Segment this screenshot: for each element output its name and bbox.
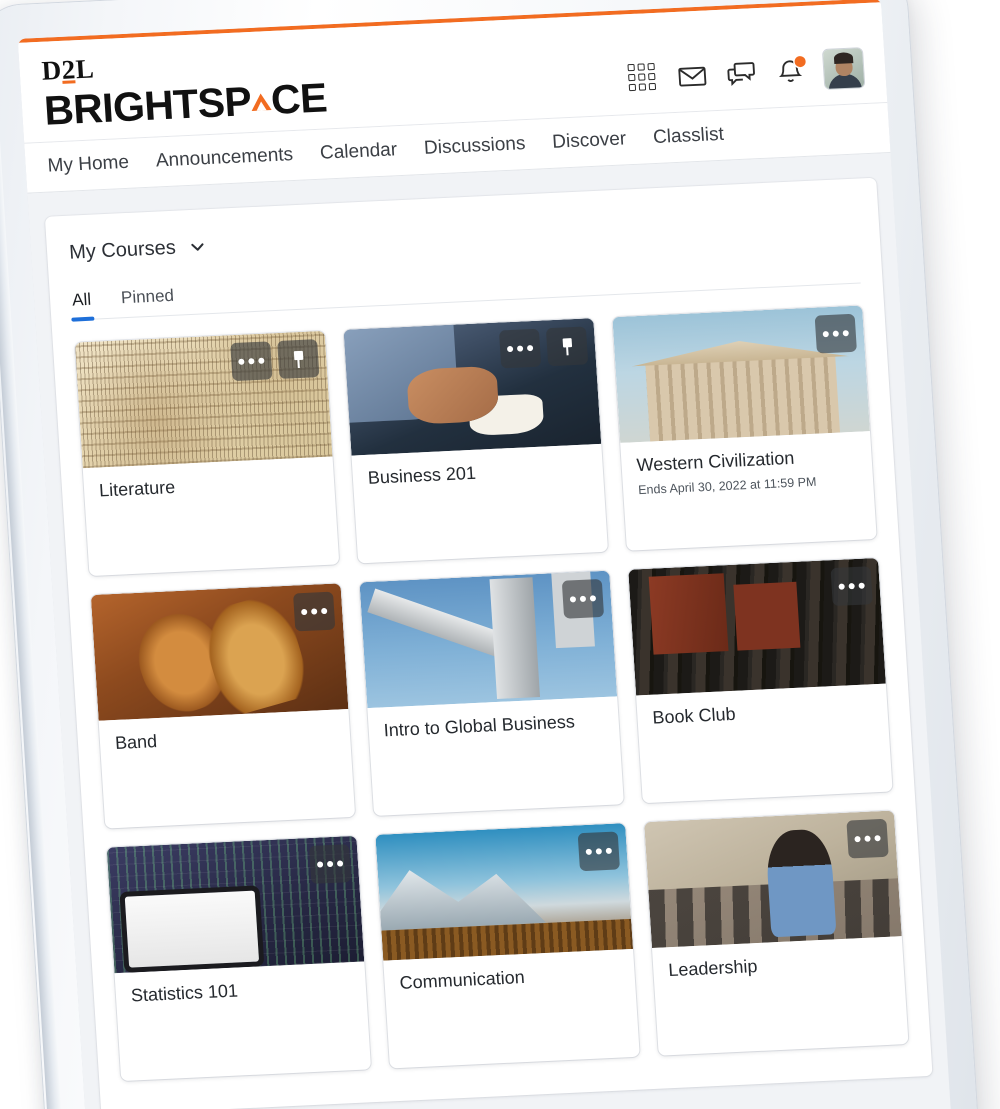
course-title: Book Club xyxy=(651,703,737,728)
course-card[interactable]: Intro to Global Business xyxy=(359,570,624,816)
course-title: Business 201 xyxy=(367,462,477,488)
envelope-icon[interactable] xyxy=(676,60,708,91)
course-title: Intro to Global Business xyxy=(383,711,576,741)
course-card[interactable]: Literature xyxy=(74,330,340,577)
course-card[interactable]: Statistics 101 xyxy=(106,835,372,1082)
course-options-icon[interactable] xyxy=(830,566,873,607)
d2l-wordmark: D2L xyxy=(40,53,96,86)
scene: D2L BRIGHTSP CE My Home Announcements Ca… xyxy=(0,0,1000,1109)
course-card-body: Band xyxy=(99,709,356,829)
course-card-body: Western Civilization Ends April 30, 2022… xyxy=(620,431,877,551)
course-card[interactable]: Band xyxy=(90,583,356,829)
course-card-actions xyxy=(308,844,352,884)
course-card-body: Intro to Global Business xyxy=(367,696,624,816)
course-card-body: Statistics 101 xyxy=(115,962,372,1082)
course-thumbnail xyxy=(375,823,634,961)
course-options-icon[interactable] xyxy=(846,818,889,859)
brightspace-wordmark: BRIGHTSP CE xyxy=(42,74,329,134)
course-card-actions xyxy=(293,591,336,632)
course-options-icon[interactable] xyxy=(498,328,542,369)
header-icon-group xyxy=(627,48,865,104)
course-options-icon[interactable] xyxy=(308,844,352,884)
course-card-actions xyxy=(830,566,873,607)
course-card[interactable]: Leadership xyxy=(644,810,909,1056)
waffle-icon[interactable] xyxy=(627,62,659,93)
course-options-icon[interactable] xyxy=(561,578,605,619)
chat-icon[interactable] xyxy=(725,58,757,89)
course-thumbnail xyxy=(612,305,870,443)
course-card-actions xyxy=(577,831,620,872)
my-courses-header[interactable]: My Courses xyxy=(68,205,857,265)
course-card-actions xyxy=(498,326,589,369)
my-courses-widget: My Courses All Pinned Literature Busines… xyxy=(44,177,933,1109)
nav-item-announcements[interactable]: Announcements xyxy=(155,144,294,172)
course-card-body: Book Club xyxy=(636,684,893,804)
course-card-actions xyxy=(561,578,605,619)
course-title: Leadership xyxy=(667,956,759,981)
course-options-icon[interactable] xyxy=(814,313,857,354)
course-card-body: Business 201 xyxy=(351,444,608,564)
course-card-actions xyxy=(846,818,889,859)
course-card[interactable]: Western Civilization Ends April 30, 2022… xyxy=(612,305,877,551)
course-title: Band xyxy=(114,731,158,754)
course-thumbnail xyxy=(644,810,902,948)
nav-item-classlist[interactable]: Classlist xyxy=(652,124,724,149)
course-card-actions xyxy=(814,313,857,354)
course-title: Literature xyxy=(98,476,176,501)
chevron-down-icon[interactable] xyxy=(188,238,206,256)
brightspace-logo[interactable]: D2L BRIGHTSP CE xyxy=(40,45,329,134)
course-options-icon[interactable] xyxy=(577,831,620,872)
course-card-body: Leadership xyxy=(652,936,909,1056)
notification-badge xyxy=(794,55,806,67)
course-thumbnail xyxy=(90,583,349,721)
pin-icon[interactable] xyxy=(545,326,589,367)
bell-icon[interactable] xyxy=(774,55,806,86)
tab-all[interactable]: All xyxy=(72,290,93,320)
avatar-hair xyxy=(833,52,853,64)
nav-item-my-home[interactable]: My Home xyxy=(47,152,130,178)
course-thumbnail xyxy=(359,570,618,709)
pin-icon[interactable] xyxy=(277,339,320,379)
course-card[interactable]: Book Club xyxy=(628,557,893,804)
nav-item-discover[interactable]: Discover xyxy=(552,128,627,153)
course-thumbnail xyxy=(628,557,886,696)
course-card-actions xyxy=(230,339,320,382)
course-thumbnail xyxy=(106,835,365,974)
tablet-screen: D2L BRIGHTSP CE My Home Announcements Ca… xyxy=(17,0,954,1109)
course-title: Communication xyxy=(399,966,526,993)
brightspace-wordmark-right: CE xyxy=(269,74,329,124)
tab-pinned[interactable]: Pinned xyxy=(120,286,175,317)
avatar[interactable] xyxy=(822,48,865,89)
course-subtitle: Ends April 30, 2022 at 11:59 PM xyxy=(637,474,817,497)
page-content: My Courses All Pinned Literature Busines… xyxy=(27,152,954,1109)
course-card-body: Literature xyxy=(83,457,340,577)
course-thumbnail xyxy=(343,318,602,456)
course-options-icon[interactable] xyxy=(293,591,336,632)
page-title: My Courses xyxy=(68,236,177,264)
course-card-grid: Literature Business 201 Western Civiliza… xyxy=(74,305,909,1082)
course-card[interactable]: Communication xyxy=(375,823,640,1069)
nav-item-calendar[interactable]: Calendar xyxy=(319,139,397,165)
brightspace-caret-a-icon xyxy=(248,85,274,116)
course-card[interactable]: Business 201 xyxy=(343,318,609,564)
course-card-body: Communication xyxy=(383,949,640,1069)
course-thumbnail xyxy=(74,330,333,469)
nav-item-discussions[interactable]: Discussions xyxy=(423,133,526,160)
brightspace-wordmark-left: BRIGHTSP xyxy=(42,78,253,134)
course-options-icon[interactable] xyxy=(230,341,273,382)
course-title: Statistics 101 xyxy=(130,980,239,1006)
tablet-device: D2L BRIGHTSP CE My Home Announcements Ca… xyxy=(0,0,982,1109)
